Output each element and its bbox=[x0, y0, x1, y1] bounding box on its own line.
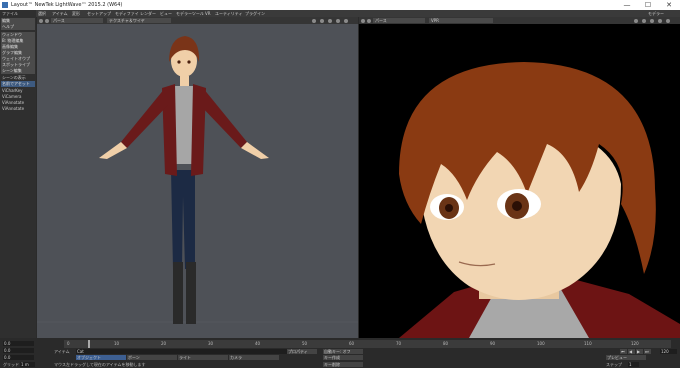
step-field[interactable]: 1 bbox=[628, 362, 639, 367]
fit-view-icon[interactable] bbox=[336, 18, 340, 23]
app-icon bbox=[2, 2, 8, 8]
sidebar-item-edit[interactable]: 編集 bbox=[1, 18, 35, 24]
maximize-button[interactable]: ☐ bbox=[638, 0, 658, 10]
lights-button[interactable]: ライト bbox=[178, 355, 228, 360]
sidebar-item-vicamera[interactable]: ViCamera bbox=[1, 94, 35, 100]
tick-120: 120 bbox=[631, 341, 639, 346]
zoom-view-icon[interactable] bbox=[650, 18, 654, 23]
character-face-render bbox=[359, 24, 680, 338]
right-viewport-toolbar: パース VPR bbox=[359, 17, 680, 24]
sidebar-item-scene-display: シーンの表示 bbox=[2, 75, 26, 80]
sidebar-item-asset-by-name[interactable]: 名前でアセット bbox=[1, 81, 35, 87]
tick-60: 60 bbox=[349, 341, 355, 346]
status-message: マウス左ドラッグして現在のアイテムを移動します bbox=[54, 362, 146, 367]
character-model-tpose bbox=[37, 36, 358, 324]
end-frame-field[interactable]: 120 bbox=[660, 349, 677, 354]
rotate-view-icon[interactable] bbox=[320, 18, 324, 23]
auto-key-button[interactable]: 自動キー: オフ bbox=[323, 349, 363, 354]
create-key-button[interactable]: キー作成 bbox=[323, 355, 363, 360]
delete-key-button[interactable]: キー削除 bbox=[323, 362, 363, 367]
sidebar-item-scene-edit[interactable]: シーン編集 bbox=[1, 68, 35, 74]
renderer-select[interactable]: VPR bbox=[429, 18, 493, 23]
viewport-menu-icon[interactable] bbox=[39, 18, 43, 23]
fit-view-icon[interactable] bbox=[658, 18, 662, 23]
timeline-ruler[interactable] bbox=[64, 340, 671, 348]
camera-view-icon[interactable] bbox=[666, 18, 670, 23]
view-type-select[interactable]: パース bbox=[373, 18, 425, 23]
shading-mode-select[interactable]: テクスチャ＆ワイヤ bbox=[107, 18, 171, 23]
tick-100: 100 bbox=[537, 341, 545, 346]
properties-button[interactable]: プロパティ bbox=[287, 349, 317, 354]
sidebar-item-viannotate[interactable]: ViAnnotate bbox=[1, 100, 35, 106]
sidebar: ファイル 編集 ヘルプ ウィンドウ B: 物理編集 画像編集 グラフ編集 ウェイ… bbox=[0, 10, 36, 340]
position-y-field[interactable]: 0.0 bbox=[3, 355, 34, 360]
sidebar-item-image-edit[interactable]: 画像編集 bbox=[1, 44, 35, 50]
minimize-button[interactable]: — bbox=[617, 0, 637, 10]
zoom-view-icon[interactable] bbox=[328, 18, 332, 23]
sidebar-item-weight[interactable]: ウェイトオウプ bbox=[1, 56, 35, 62]
menu-bar: 選択 アイテム 変形 セットアップ モディファイ レンダー ビュー モデラーツー… bbox=[0, 10, 680, 17]
position-x-field[interactable]: 0.0 bbox=[3, 348, 34, 353]
tick-30: 30 bbox=[208, 341, 214, 346]
viewport-menu-icon[interactable] bbox=[361, 18, 365, 23]
sidebar-item-spotlight[interactable]: スポットライブ bbox=[1, 62, 35, 68]
sidebar-item-vicharkey[interactable]: ViCharKey bbox=[1, 88, 35, 94]
vpr-render-viewport[interactable] bbox=[359, 24, 680, 338]
sidebar-item-window[interactable]: ウィンドウ bbox=[1, 32, 35, 38]
tick-10: 10 bbox=[114, 341, 120, 346]
preview-button[interactable]: プレビュー bbox=[606, 355, 646, 360]
step-label: ステップ bbox=[606, 362, 622, 367]
title-bar: Layout™ NewTek LightWave™ 2015.2 (W64) —… bbox=[0, 0, 680, 10]
menu-vr[interactable]: VR bbox=[205, 11, 211, 16]
last-frame-icon[interactable]: ⏭ bbox=[644, 349, 651, 354]
sidebar-item-graph-edit[interactable]: グラフ編集 bbox=[1, 50, 35, 56]
cameras-button[interactable]: カメラ bbox=[229, 355, 279, 360]
tick-40: 40 bbox=[255, 341, 261, 346]
sidebar-item-file[interactable]: ファイル bbox=[1, 11, 35, 17]
position-field[interactable]: 0.0 bbox=[3, 341, 34, 346]
current-item-select[interactable]: Cat bbox=[76, 349, 287, 354]
sidebar-item-help[interactable]: ヘルプ bbox=[1, 24, 35, 30]
window-title: Layout™ NewTek LightWave™ 2015.2 (W64) bbox=[11, 2, 123, 8]
maximize-viewport-icon[interactable] bbox=[45, 18, 49, 23]
tick-110: 110 bbox=[584, 341, 592, 346]
sidebar-item-viannotate-2[interactable]: ViAnnotate bbox=[1, 106, 35, 112]
perspective-viewport[interactable] bbox=[37, 24, 358, 338]
tick-20: 20 bbox=[161, 341, 167, 346]
tick-70: 70 bbox=[396, 341, 402, 346]
objects-button[interactable]: オブジェクト bbox=[76, 355, 126, 360]
tick-0: 0 bbox=[67, 341, 70, 346]
left-viewport-toolbar: パース テクスチャ＆ワイヤ bbox=[37, 17, 358, 24]
tick-90: 90 bbox=[490, 341, 496, 346]
close-button[interactable]: ✕ bbox=[659, 0, 679, 10]
move-view-icon[interactable] bbox=[634, 18, 638, 23]
item-label: アイテム bbox=[54, 349, 70, 354]
timeline-playhead[interactable] bbox=[88, 340, 90, 348]
bones-button[interactable]: ボーン bbox=[127, 355, 177, 360]
view-type-select[interactable]: パース bbox=[51, 18, 103, 23]
prev-key-icon[interactable]: ◀ bbox=[628, 349, 635, 354]
move-view-icon[interactable] bbox=[312, 18, 316, 23]
grid-size-field[interactable]: 1 m bbox=[20, 362, 35, 367]
tick-50: 50 bbox=[302, 341, 308, 346]
rotate-view-icon[interactable] bbox=[642, 18, 646, 23]
maximize-viewport-icon[interactable] bbox=[367, 18, 371, 23]
first-frame-icon[interactable]: ⏮ bbox=[620, 349, 627, 354]
grid-label: グリッド bbox=[3, 362, 19, 367]
sidebar-item-physics[interactable]: B: 物理編集 bbox=[1, 38, 35, 44]
camera-view-icon[interactable] bbox=[344, 18, 348, 23]
play-icon[interactable]: ▶ bbox=[636, 349, 643, 354]
tick-80: 80 bbox=[443, 341, 449, 346]
